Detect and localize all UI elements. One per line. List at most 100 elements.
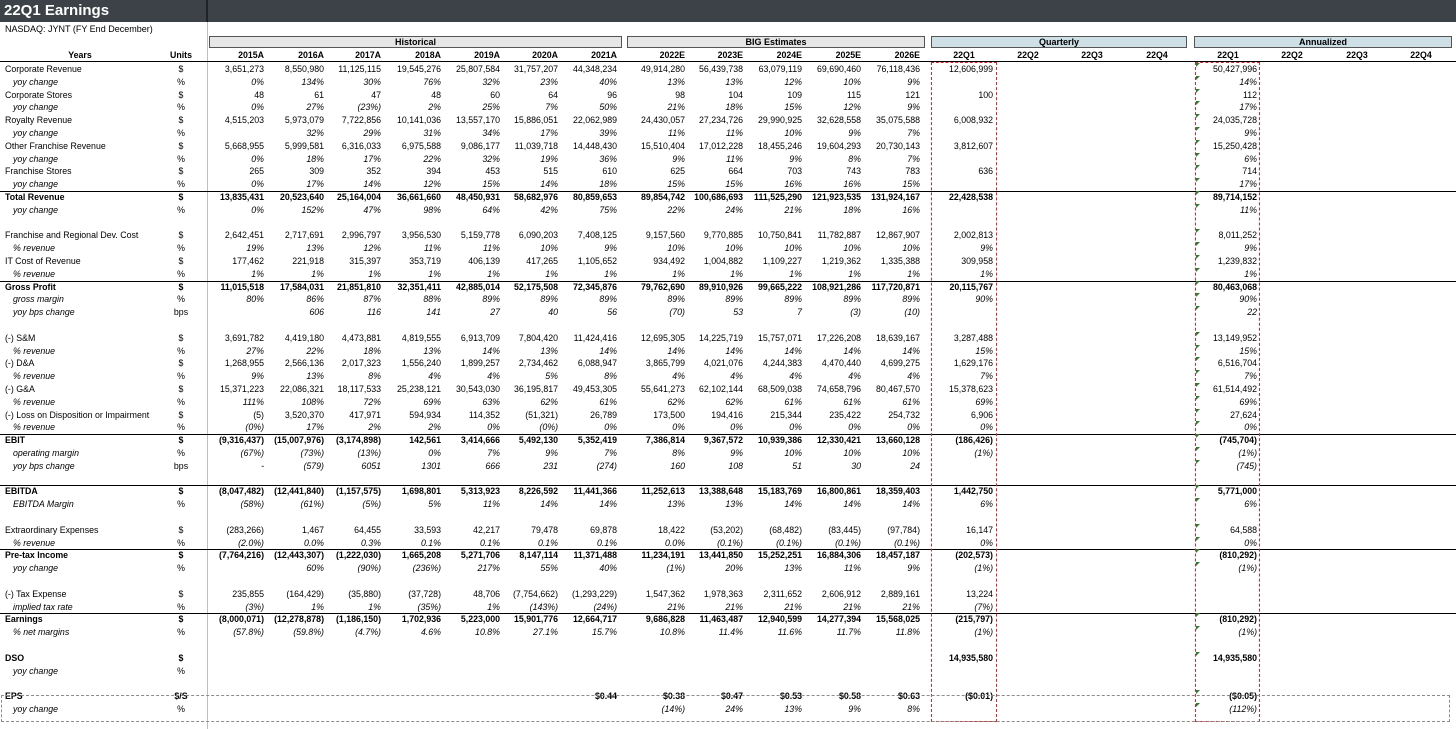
group-quarterly: Quarterly (931, 36, 1187, 48)
row-label: Other Franchise Revenue (5, 140, 106, 151)
row-label: yoy change (13, 102, 58, 113)
table-cell: 783 (905, 166, 920, 177)
row-label: Corporate Stores (5, 89, 72, 100)
highlight-quarterly-22q1 (931, 62, 997, 722)
row-label: yoy change (13, 179, 58, 190)
table-cell: 10% (902, 243, 920, 254)
table-cell: 4% (907, 371, 920, 382)
table-cell: 18,457,187 (875, 550, 920, 561)
row-label: Extraordinary Expenses (5, 524, 99, 535)
row-label: Franchise and Regional Dev. Cost (5, 230, 139, 241)
row-label: Royalty Revenue (5, 115, 72, 126)
row-label: EBITDA (5, 486, 38, 497)
row-label: % revenue (13, 268, 56, 279)
column-header-2025e: 2025E (835, 50, 861, 60)
table-cell: 254,732 (888, 409, 920, 420)
row-label: Franchise Stores (5, 166, 72, 177)
highlight-annualized-22q1 (1195, 62, 1260, 722)
row-label: IT Cost of Revenue (5, 256, 81, 266)
table-cell: 21% (902, 601, 920, 612)
row-unit: % (177, 665, 185, 676)
column-header-22q3: 22Q3 (1081, 50, 1103, 60)
row-label: % revenue (13, 396, 56, 407)
row-label: implied tax rate (13, 601, 73, 612)
row-label: Total Revenue (5, 192, 65, 202)
row-label: gross margin (13, 294, 64, 305)
column-header-2021a: 2021A (591, 50, 617, 60)
table-cell: 18,359,403 (875, 486, 920, 497)
row-label: Earnings (5, 614, 43, 625)
table-cell: 7% (907, 153, 920, 164)
group-estimates: BIG Estimates (627, 36, 925, 48)
table-cell: (10) (904, 307, 920, 318)
table-cell: 80,467,570 (875, 384, 920, 394)
row-label: Corporate Revenue (5, 64, 82, 74)
row-label: yoy change (13, 128, 58, 138)
table-cell: 89% (902, 294, 920, 305)
table-cell: 14% (902, 499, 920, 510)
row-unit: $ (178, 652, 184, 663)
row-label: (-) Tax Expense (5, 588, 67, 599)
column-header-2017a: 2017A (355, 50, 381, 60)
table-cell: 9% (907, 76, 920, 87)
table-cell: 18,639,167 (875, 332, 920, 343)
years-header: Years (68, 50, 92, 60)
header-underline (0, 61, 1456, 62)
row-label: Gross Profit (5, 281, 56, 292)
table-cell: 4,699,275 (880, 358, 920, 369)
row-label: operating margin (13, 448, 80, 458)
row-unit: bps (173, 307, 189, 318)
column-header-22q1: 22Q1 (1217, 50, 1239, 60)
column-header-22q3: 22Q3 (1346, 50, 1368, 60)
table-cell: (97,784) (887, 524, 920, 535)
row-label: (-) Loss on Disposition or Impairment (5, 409, 150, 420)
table-cell: 131,924,167 (871, 192, 920, 202)
row-label: DSO (5, 652, 25, 663)
row-unit: % (177, 128, 185, 138)
table-cell: 11.8% (895, 627, 920, 638)
row-label: yoy bps change (13, 460, 75, 471)
row-label: yoy bps change (13, 307, 75, 318)
row-label: (-) G&A (5, 384, 35, 394)
column-header-row: Years Units 2015A 2016A 2017A 2018A 2019A 2020A… (0, 49, 1456, 61)
table-cell: 12,867,907 (875, 230, 920, 241)
column-header-2026e: 2026E (894, 50, 920, 60)
group-historical: Historical (209, 36, 622, 48)
row-label: % revenue (13, 537, 56, 548)
table-cell: 61% (902, 396, 920, 407)
table-cell: 117,720,871 (871, 281, 920, 292)
title-bar: 22Q1 Earnings (0, 0, 1456, 22)
table-cell: 14% (902, 345, 920, 356)
row-label: Pre-tax Income (5, 550, 69, 561)
row-label: % revenue (13, 371, 56, 382)
column-header-2016a: 2016A (298, 50, 324, 60)
row-unit: % (177, 563, 185, 574)
table-cell: (0.1%) (894, 537, 920, 548)
table-cell: 20,730,143 (875, 140, 920, 151)
row-label: yoy change (13, 153, 58, 164)
table-cell: 1,335,388 (880, 256, 920, 266)
eps-highlight-box (1, 695, 1450, 722)
group-annualized: Annualized (1194, 36, 1452, 48)
ticker-subtitle: NASDAQ: JYNT (FY End December) (5, 24, 153, 34)
row-label: yoy change (13, 665, 58, 676)
table-cell: 13,660,128 (875, 435, 920, 446)
column-header-22q2: 22Q2 (1281, 50, 1303, 60)
units-header: Units (170, 50, 192, 60)
table-cell: 15,568,025 (875, 614, 920, 625)
table-cell: 7% (907, 128, 920, 138)
column-header-2022e: 2022E (659, 50, 685, 60)
table-cell: 9% (907, 102, 920, 113)
table-cell: 10% (902, 448, 920, 458)
table-cell: 0% (907, 422, 920, 433)
title-divider (206, 0, 208, 22)
table-cell: 2,889,161 (880, 588, 920, 599)
row-label: yoy change (13, 563, 58, 574)
table-cell: 15% (902, 179, 920, 190)
column-header-22q4: 22Q4 (1410, 50, 1432, 60)
row-label: % revenue (13, 422, 56, 433)
table-cell: 35,075,588 (875, 115, 920, 126)
row-label: % revenue (13, 345, 56, 356)
table-cell: 16% (902, 204, 920, 215)
table-cell: 121 (905, 89, 920, 100)
